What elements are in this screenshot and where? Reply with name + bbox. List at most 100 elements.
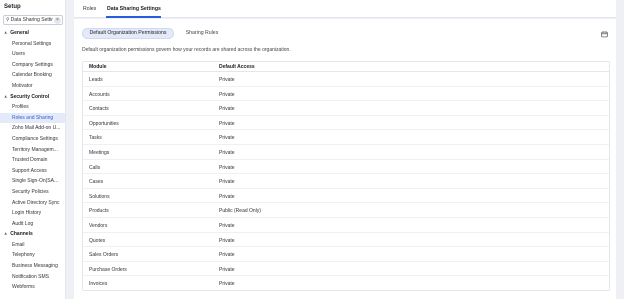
table-row[interactable]: Invoices Private xyxy=(83,276,609,290)
table-row[interactable]: Meetings Private xyxy=(83,145,609,160)
sidebar-item[interactable]: Email xyxy=(0,240,65,251)
sidebar-item-label: Channels xyxy=(10,231,33,238)
main-area: Roles Data Sharing Settings Default Orga… xyxy=(66,0,624,299)
sidebar-item[interactable]: Calendar Booking xyxy=(0,70,65,81)
sidebar-item[interactable]: Compliance Settings xyxy=(0,134,65,145)
sidebar-item[interactable]: Telephony xyxy=(0,250,65,261)
default-access-cell: Private xyxy=(219,237,235,244)
sidebar-item[interactable]: Login History xyxy=(0,208,65,219)
sidebar-nav-list: ∧ General Personal Settings Users Company Se… xyxy=(0,28,65,293)
module-cell: Meetings xyxy=(89,149,110,156)
sidebar-item[interactable]: Active Directory Sync xyxy=(0,198,65,209)
default-access-cell: Private xyxy=(219,91,235,98)
default-access-cell: Private xyxy=(219,193,235,200)
tab-default-organization-permissions[interactable]: Default Organization Permissions xyxy=(82,28,174,39)
default-access-cell: Private xyxy=(219,164,235,171)
sidebar-item[interactable]: Single Sign-On(SA... xyxy=(0,176,65,187)
default-access-cell: Private xyxy=(219,266,235,273)
tab-roles[interactable]: Roles xyxy=(83,6,96,12)
default-access-cell: Public (Read Only) xyxy=(219,208,261,215)
sidebar-item-label: Profiles xyxy=(12,104,29,111)
sidebar-item-label: Business Messaging xyxy=(12,263,58,270)
sidebar-item[interactable]: Security Policies xyxy=(0,187,65,198)
sidebar-section[interactable]: ∧ General xyxy=(0,28,65,39)
module-cell: Solutions xyxy=(89,193,110,200)
permissions-table: Module Default Access Leads Private Accoun… xyxy=(82,61,610,291)
module-cell: Tasks xyxy=(89,135,102,142)
header-module: Module xyxy=(89,64,107,70)
tab-data-sharing-settings[interactable]: Data Sharing Settings xyxy=(107,6,161,12)
sidebar-item-label: Compliance Settings xyxy=(12,135,58,142)
sidebar-item-label: Support Access xyxy=(12,167,47,174)
sidebar-item-label: Login History xyxy=(12,210,42,217)
top-tab-bar: Roles Data Sharing Settings xyxy=(74,0,616,18)
table-row[interactable]: Quotes Private xyxy=(83,233,609,248)
tab-sharing-rules[interactable]: Sharing Rules xyxy=(180,28,224,39)
sidebar-title: Setup xyxy=(4,4,21,10)
sidebar-item-label: Zoho Mail Add-on U... xyxy=(12,125,61,132)
sidebar-item-label: Company Settings xyxy=(12,61,53,68)
sidebar-item-label: Single Sign-On(SA... xyxy=(12,178,59,185)
table-row[interactable]: Purchase Orders Private xyxy=(83,262,609,277)
table-row[interactable]: Leads Private xyxy=(83,72,609,87)
sidebar-item[interactable]: Notification SMS xyxy=(0,272,65,283)
default-access-cell: Private xyxy=(219,135,235,142)
default-access-cell: Private xyxy=(219,252,235,259)
clear-search-icon[interactable]: × xyxy=(54,17,61,24)
sidebar-item[interactable]: Users xyxy=(0,49,65,60)
table-row[interactable]: Cases Private xyxy=(83,174,609,189)
sidebar-search-input[interactable]: ⚲Data Sharing Settir × xyxy=(3,15,63,25)
table-row[interactable]: Vendors Private xyxy=(83,218,609,233)
sidebar-item[interactable]: Roles and Sharing xyxy=(0,112,65,124)
export-icon[interactable] xyxy=(601,31,608,38)
default-access-cell: Private xyxy=(219,77,235,83)
module-cell: Leads xyxy=(89,77,103,83)
sidebar-item-label: Active Directory Sync xyxy=(12,199,60,206)
sidebar-item[interactable]: Audit Log xyxy=(0,219,65,230)
table-row[interactable]: Calls Private xyxy=(83,160,609,175)
sidebar-section[interactable]: ∧ Channels xyxy=(0,229,65,240)
sidebar-item-label: Audit Log xyxy=(12,220,34,227)
table-row[interactable]: Tasks Private xyxy=(83,130,609,145)
sidebar-item[interactable]: Zoho Mail Add-on U... xyxy=(0,123,65,134)
sidebar-item[interactable]: Webforms xyxy=(0,282,65,293)
table-row[interactable]: Opportunities Private xyxy=(83,116,609,131)
default-access-cell: Private xyxy=(219,281,235,288)
table-row[interactable]: Contacts Private xyxy=(83,101,609,116)
table-header: Module Default Access xyxy=(83,62,609,72)
chevron-down-icon: ∧ xyxy=(4,30,8,35)
module-cell: Accounts xyxy=(89,91,110,98)
module-cell: Sales Orders xyxy=(89,252,119,259)
module-cell: Contacts xyxy=(89,106,109,113)
default-access-cell: Private xyxy=(219,120,235,127)
sidebar-item[interactable]: Trusted Domain xyxy=(0,155,65,166)
sidebar-item-label: Security Control xyxy=(10,93,50,100)
sidebar-item[interactable]: Motivator xyxy=(0,81,65,92)
active-tab-indicator xyxy=(106,16,161,18)
sidebar-item-label: Webforms xyxy=(12,284,35,291)
header-default-access: Default Access xyxy=(219,64,255,70)
sidebar-item[interactable]: Company Settings xyxy=(0,60,65,71)
table-row[interactable]: Sales Orders Private xyxy=(83,247,609,262)
table-row[interactable]: Products Public (Read Only) xyxy=(83,203,609,218)
module-cell: Cases xyxy=(89,179,104,186)
sidebar-item-label: Calendar Booking xyxy=(12,72,52,79)
sidebar-section[interactable]: ∧ Security Control xyxy=(0,92,65,103)
module-cell: Products xyxy=(89,208,109,215)
module-cell: Quotes xyxy=(89,237,106,244)
sidebar-item[interactable]: Support Access xyxy=(0,166,65,177)
permissions-subtabs: Default Organization Permissions Sharing… xyxy=(82,28,242,41)
search-icon: ⚲ xyxy=(6,17,10,23)
default-access-cell: Private xyxy=(219,106,235,113)
sidebar-item[interactable]: Personal Settings xyxy=(0,39,65,50)
default-access-cell: Private xyxy=(219,222,235,229)
sidebar-item[interactable]: Business Messaging xyxy=(0,261,65,272)
sidebar-item-label: Motivator xyxy=(12,82,33,89)
sidebar-item[interactable]: Territory Managem... xyxy=(0,145,65,156)
table-row[interactable]: Solutions Private xyxy=(83,189,609,204)
sidebar-search-value: Data Sharing Settir xyxy=(10,17,53,23)
sidebar-item[interactable]: Profiles xyxy=(0,102,65,113)
table-row[interactable]: Accounts Private xyxy=(83,87,609,102)
default-access-cell: Private xyxy=(219,149,235,156)
sidebar-item-label: Notification SMS xyxy=(12,273,49,280)
